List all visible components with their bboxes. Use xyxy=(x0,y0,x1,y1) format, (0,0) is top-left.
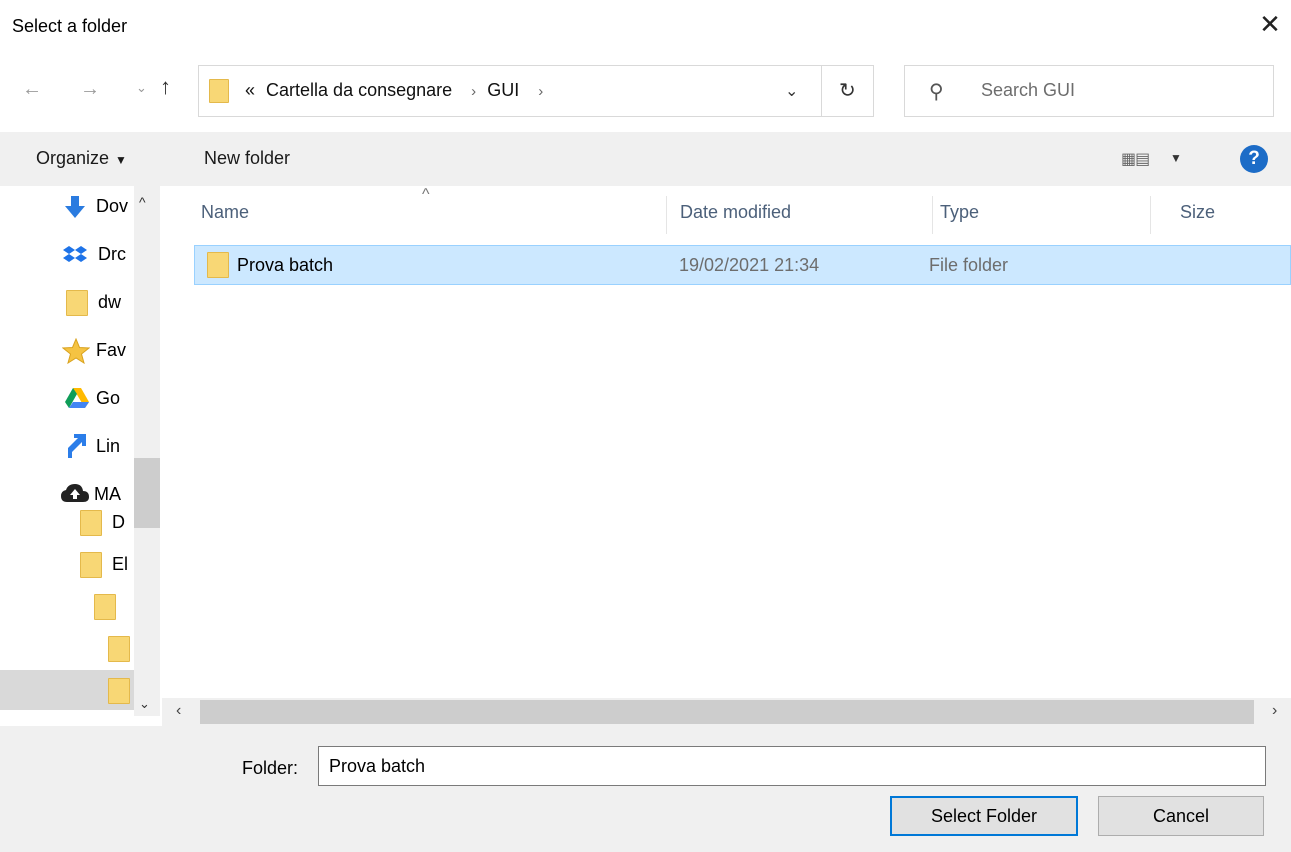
tree-scrollbar[interactable]: ^ ⌄ xyxy=(134,186,160,716)
scroll-left-icon[interactable]: ‹ xyxy=(176,702,181,720)
file-type: File folder xyxy=(929,255,1009,275)
tree-item-label: Dov xyxy=(96,196,129,216)
up-arrow-icon[interactable]: ↑ xyxy=(160,74,171,100)
address-bar[interactable]: « Cartella da consegnare › GUI › ⌄ ↻ xyxy=(198,65,874,117)
help-icon[interactable]: ? xyxy=(1240,145,1268,173)
search-icon: ⚲ xyxy=(929,81,944,103)
tree-item-current[interactable] xyxy=(0,670,134,710)
navigation-pane: Dov Drc dw Fav Go Lin MA D El ^ ⌄ xyxy=(0,186,162,726)
horizontal-scrollbar[interactable]: ‹ › xyxy=(162,698,1291,726)
tree-item-d[interactable]: D xyxy=(0,502,134,542)
column-header-name[interactable]: Name xyxy=(201,202,249,223)
recent-locations-chevron-icon[interactable]: ⌄ xyxy=(136,80,147,96)
chevron-right-icon[interactable]: › xyxy=(471,83,476,100)
organize-label: Organize xyxy=(36,148,110,168)
cancel-button[interactable]: Cancel xyxy=(1098,796,1264,836)
column-header-type[interactable]: Type xyxy=(940,202,979,223)
forward-arrow-icon[interactable]: → xyxy=(80,78,100,101)
tree-item-label: Drc xyxy=(98,244,126,264)
table-row[interactable]: Prova batch 19/02/2021 21:34 File folder xyxy=(194,245,1291,285)
folder-icon xyxy=(80,552,102,578)
tree-item-subfolder[interactable] xyxy=(0,586,134,626)
chevron-down-icon[interactable]: ⌄ xyxy=(785,81,798,101)
dialog-title: Select a folder xyxy=(12,16,128,36)
google-drive-icon xyxy=(64,386,90,415)
dropbox-icon xyxy=(62,242,88,273)
tree-item-links[interactable]: Lin xyxy=(0,426,134,466)
organize-button[interactable]: Organize ▼ xyxy=(36,148,127,169)
file-list: ^ Name Date modified Type Size Prova bat… xyxy=(172,186,1291,696)
scroll-thumb[interactable] xyxy=(200,700,1254,724)
tree-item-label: dw xyxy=(98,292,122,312)
scroll-up-icon[interactable]: ^ xyxy=(139,194,146,210)
scroll-right-icon[interactable]: › xyxy=(1272,702,1277,720)
tree-item-subfolder[interactable] xyxy=(0,628,134,668)
view-details-icon[interactable]: ▦▤ xyxy=(1121,149,1150,169)
column-divider[interactable] xyxy=(666,196,667,234)
select-folder-button[interactable]: Select Folder xyxy=(890,796,1078,836)
caret-down-icon[interactable]: ▼ xyxy=(1170,151,1182,165)
star-icon xyxy=(61,337,91,369)
column-header-date[interactable]: Date modified xyxy=(680,202,791,223)
chevron-right-icon[interactable]: › xyxy=(538,83,543,100)
folder-icon xyxy=(207,252,229,278)
breadcrumb-item-cartella[interactable]: Cartella da consegnare xyxy=(266,80,452,100)
folder-icon xyxy=(108,636,130,662)
scroll-down-icon[interactable]: ⌄ xyxy=(139,696,150,712)
folder-icon xyxy=(108,678,130,704)
folder-icon xyxy=(66,290,88,316)
tree-item-dw[interactable]: dw xyxy=(0,282,134,322)
breadcrumb-overflow-icon[interactable]: « xyxy=(245,80,255,100)
divider xyxy=(821,66,822,116)
tree-item-dropbox[interactable]: Drc xyxy=(0,234,134,274)
breadcrumb: « Cartella da consegnare › GUI › xyxy=(245,80,549,101)
scroll-thumb[interactable] xyxy=(134,458,160,528)
breadcrumb-item-gui[interactable]: GUI xyxy=(487,80,519,100)
tree-item-label: D xyxy=(112,512,125,532)
link-arrow-icon xyxy=(64,434,88,465)
tree-item-google-drive[interactable]: Go xyxy=(0,378,134,418)
file-name: Prova batch xyxy=(237,255,334,275)
download-arrow-icon xyxy=(62,194,88,225)
folder-icon xyxy=(80,510,102,536)
sort-ascending-icon: ^ xyxy=(422,186,430,203)
search-box[interactable]: ⚲ Search GUI xyxy=(904,65,1274,117)
column-divider[interactable] xyxy=(1150,196,1151,234)
command-bar: Organize ▼ New folder ▦▤ ▼ ? xyxy=(0,132,1291,186)
tree-item-label: El xyxy=(112,554,129,574)
tree-item-label: Fav xyxy=(96,340,127,360)
dialog-footer: Folder: Select Folder Cancel xyxy=(0,726,1291,852)
folder-icon xyxy=(209,79,229,103)
refresh-icon[interactable]: ↻ xyxy=(839,78,856,103)
caret-down-icon: ▼ xyxy=(115,153,127,167)
folder-input[interactable] xyxy=(318,746,1266,786)
back-arrow-icon[interactable]: ← xyxy=(22,78,42,101)
tree-item-favorites[interactable]: Fav xyxy=(0,330,134,370)
search-input[interactable]: Search GUI xyxy=(981,80,1075,101)
new-folder-button[interactable]: New folder xyxy=(204,148,290,169)
folder-label: Folder: xyxy=(242,758,299,778)
column-header-size[interactable]: Size xyxy=(1180,202,1215,223)
file-date: 19/02/2021 21:34 xyxy=(679,255,820,275)
tree-item-el[interactable]: El xyxy=(0,544,134,584)
close-icon[interactable]: ✕ xyxy=(1256,10,1284,38)
column-divider[interactable] xyxy=(932,196,933,234)
folder-icon xyxy=(94,594,116,620)
tree-item-label: Lin xyxy=(96,436,121,456)
tree-item-downloads[interactable]: Dov xyxy=(0,186,134,226)
tree-item-label: Go xyxy=(96,388,121,408)
